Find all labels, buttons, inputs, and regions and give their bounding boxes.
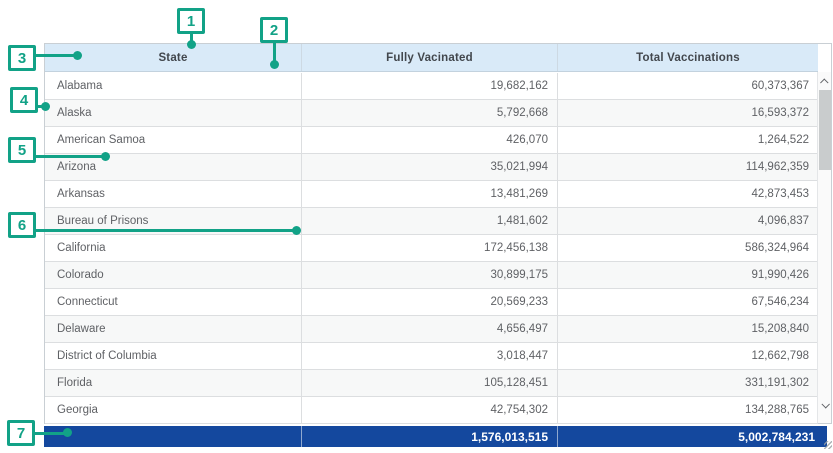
annotation-marker-6: 6 [8, 212, 36, 238]
cell-state: Colorado [45, 262, 302, 288]
cell-fully-vacinated: 30,899,175 [302, 262, 558, 288]
cell-fully-vacinated: 35,021,994 [302, 154, 558, 180]
cell-total-vaccinations: 1,264,522 [558, 127, 818, 153]
scroll-thumb[interactable] [819, 90, 831, 170]
annotation-marker-1: 1 [177, 8, 205, 34]
column-header-total-vaccinations[interactable]: Total Vaccinations [558, 44, 818, 71]
cell-fully-vacinated: 4,656,497 [302, 316, 558, 342]
total-cell-state [44, 426, 302, 447]
cell-total-vaccinations: 16,593,372 [558, 100, 818, 126]
scrollbar[interactable] [817, 72, 831, 423]
cell-state: Connecticut [45, 289, 302, 315]
table-row[interactable]: Arizona35,021,994114,962,359 [45, 154, 818, 181]
cell-state: Delaware [45, 316, 302, 342]
annotation-marker-7: 7 [7, 420, 35, 446]
table-row[interactable]: Alaska5,792,66816,593,372 [45, 100, 818, 127]
chevron-down-icon [821, 400, 829, 408]
cell-fully-vacinated: 1,481,602 [302, 208, 558, 234]
cell-total-vaccinations: 331,191,302 [558, 370, 818, 396]
cell-total-vaccinations: 42,873,453 [558, 181, 818, 207]
chevron-up-icon [820, 78, 828, 86]
table-row[interactable]: California172,456,138586,324,964 [45, 235, 818, 262]
annotation-dot-4 [41, 102, 50, 111]
total-cell-total-vaccinations: 5,002,784,231 [558, 426, 827, 447]
table-row[interactable]: Arkansas13,481,26942,873,453 [45, 181, 818, 208]
cell-fully-vacinated: 105,128,451 [302, 370, 558, 396]
annotation-marker-5: 5 [8, 137, 36, 163]
cell-state: Florida [45, 370, 302, 396]
cell-state: Georgia [45, 397, 302, 423]
column-header-fully-vacinated[interactable]: Fully Vacinated [302, 44, 558, 71]
cell-total-vaccinations: 12,662,798 [558, 343, 818, 369]
annotation-marker-4: 4 [10, 87, 38, 113]
total-row: 1,576,013,515 5,002,784,231 [44, 426, 827, 447]
cell-fully-vacinated: 42,754,302 [302, 397, 558, 423]
annotation-label: 4 [20, 92, 28, 109]
column-header-state[interactable]: State [45, 44, 302, 71]
cell-total-vaccinations: 134,288,765 [558, 397, 818, 423]
annotation-dot-6 [292, 226, 301, 235]
table-row[interactable]: Colorado30,899,17591,990,426 [45, 262, 818, 289]
cell-fully-vacinated: 426,070 [302, 127, 558, 153]
cell-total-vaccinations: 15,208,840 [558, 316, 818, 342]
annotation-label: 7 [17, 425, 25, 442]
cell-state: Alaska [45, 100, 302, 126]
cell-total-vaccinations: 91,990,426 [558, 262, 818, 288]
table-row[interactable]: Georgia42,754,302134,288,765 [45, 397, 818, 424]
annotation-dot-3 [73, 51, 82, 60]
cell-state: Alabama [45, 73, 302, 99]
table-row[interactable]: American Samoa426,0701,264,522 [45, 127, 818, 154]
cell-total-vaccinations: 586,324,964 [558, 235, 818, 261]
table-row[interactable]: Florida105,128,451331,191,302 [45, 370, 818, 397]
table-body: Alabama19,682,16260,373,367Alaska5,792,6… [45, 73, 818, 424]
vaccination-table-widget: State Fully Vacinated Total Vaccinations… [0, 0, 833, 453]
table-row[interactable]: Alabama19,682,16260,373,367 [45, 73, 818, 100]
cell-fully-vacinated: 172,456,138 [302, 235, 558, 261]
annotation-line-3 [36, 54, 77, 57]
cell-total-vaccinations: 60,373,367 [558, 73, 818, 99]
data-grid: State Fully Vacinated Total Vaccinations… [44, 43, 832, 424]
cell-total-vaccinations: 4,096,837 [558, 208, 818, 234]
cell-fully-vacinated: 3,018,447 [302, 343, 558, 369]
annotation-dot-5 [101, 152, 110, 161]
annotation-marker-2: 2 [260, 17, 288, 43]
cell-state: District of Columbia [45, 343, 302, 369]
table-header-row: State Fully Vacinated Total Vaccinations [45, 44, 818, 72]
cell-total-vaccinations: 67,546,234 [558, 289, 818, 315]
cell-state: Arkansas [45, 181, 302, 207]
annotation-line-6 [36, 229, 295, 232]
scroll-up-button[interactable] [818, 74, 832, 90]
cell-fully-vacinated: 20,569,233 [302, 289, 558, 315]
annotation-marker-3: 3 [8, 45, 36, 71]
cell-state: California [45, 235, 302, 261]
annotation-label: 3 [18, 50, 26, 67]
total-cell-fully-vacinated: 1,576,013,515 [302, 426, 558, 447]
table-row[interactable]: Delaware4,656,49715,208,840 [45, 316, 818, 343]
annotation-label: 1 [187, 13, 195, 30]
annotation-label: 6 [18, 217, 26, 234]
table-row[interactable]: District of Columbia3,018,44712,662,798 [45, 343, 818, 370]
cell-total-vaccinations: 114,962,359 [558, 154, 818, 180]
table-row[interactable]: Connecticut20,569,23367,546,234 [45, 289, 818, 316]
annotation-dot-1 [187, 40, 196, 49]
annotation-label: 2 [270, 22, 278, 39]
cell-fully-vacinated: 5,792,668 [302, 100, 558, 126]
annotation-label: 5 [18, 142, 26, 159]
cell-fully-vacinated: 13,481,269 [302, 181, 558, 207]
scroll-down-button[interactable] [818, 397, 832, 413]
annotation-dot-7 [63, 428, 72, 437]
cell-fully-vacinated: 19,682,162 [302, 73, 558, 99]
resize-handle-icon[interactable] [824, 441, 832, 449]
cell-state: American Samoa [45, 127, 302, 153]
annotation-dot-2 [270, 60, 279, 69]
annotation-line-5 [36, 155, 105, 158]
